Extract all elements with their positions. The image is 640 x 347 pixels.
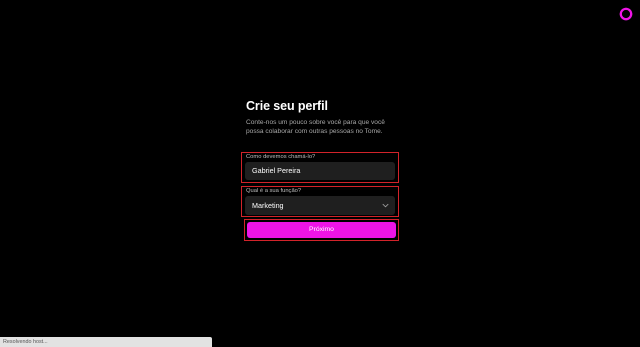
name-field-label: Como devemos chamá-lo? — [246, 154, 316, 160]
page-title: Crie seu perfil — [246, 99, 328, 113]
name-field-group: Como devemos chamá-lo? Gabriel Pereira — [241, 152, 399, 183]
page: Crie seu perfil Conte-nos um pouco sobre… — [0, 0, 640, 347]
browser-status-bar: Resolvendo host... — [0, 337, 212, 347]
next-button-wrapper: Próximo — [244, 219, 399, 241]
page-subtitle: Conte-nos um pouco sobre você para que v… — [246, 119, 385, 136]
profile-card: Crie seu perfil Conte-nos um pouco sobre… — [246, 98, 398, 135]
role-select-value: Marketing — [252, 201, 284, 210]
next-button[interactable]: Próximo — [247, 222, 396, 238]
tome-logo-icon[interactable] — [619, 7, 633, 21]
name-input[interactable]: Gabriel Pereira — [245, 162, 395, 180]
role-select[interactable]: Marketing — [245, 196, 395, 215]
role-field-group: Qual é a sua função? Marketing — [241, 186, 399, 217]
chevron-down-icon — [382, 202, 389, 209]
role-field-label: Qual é a sua função? — [246, 188, 302, 194]
